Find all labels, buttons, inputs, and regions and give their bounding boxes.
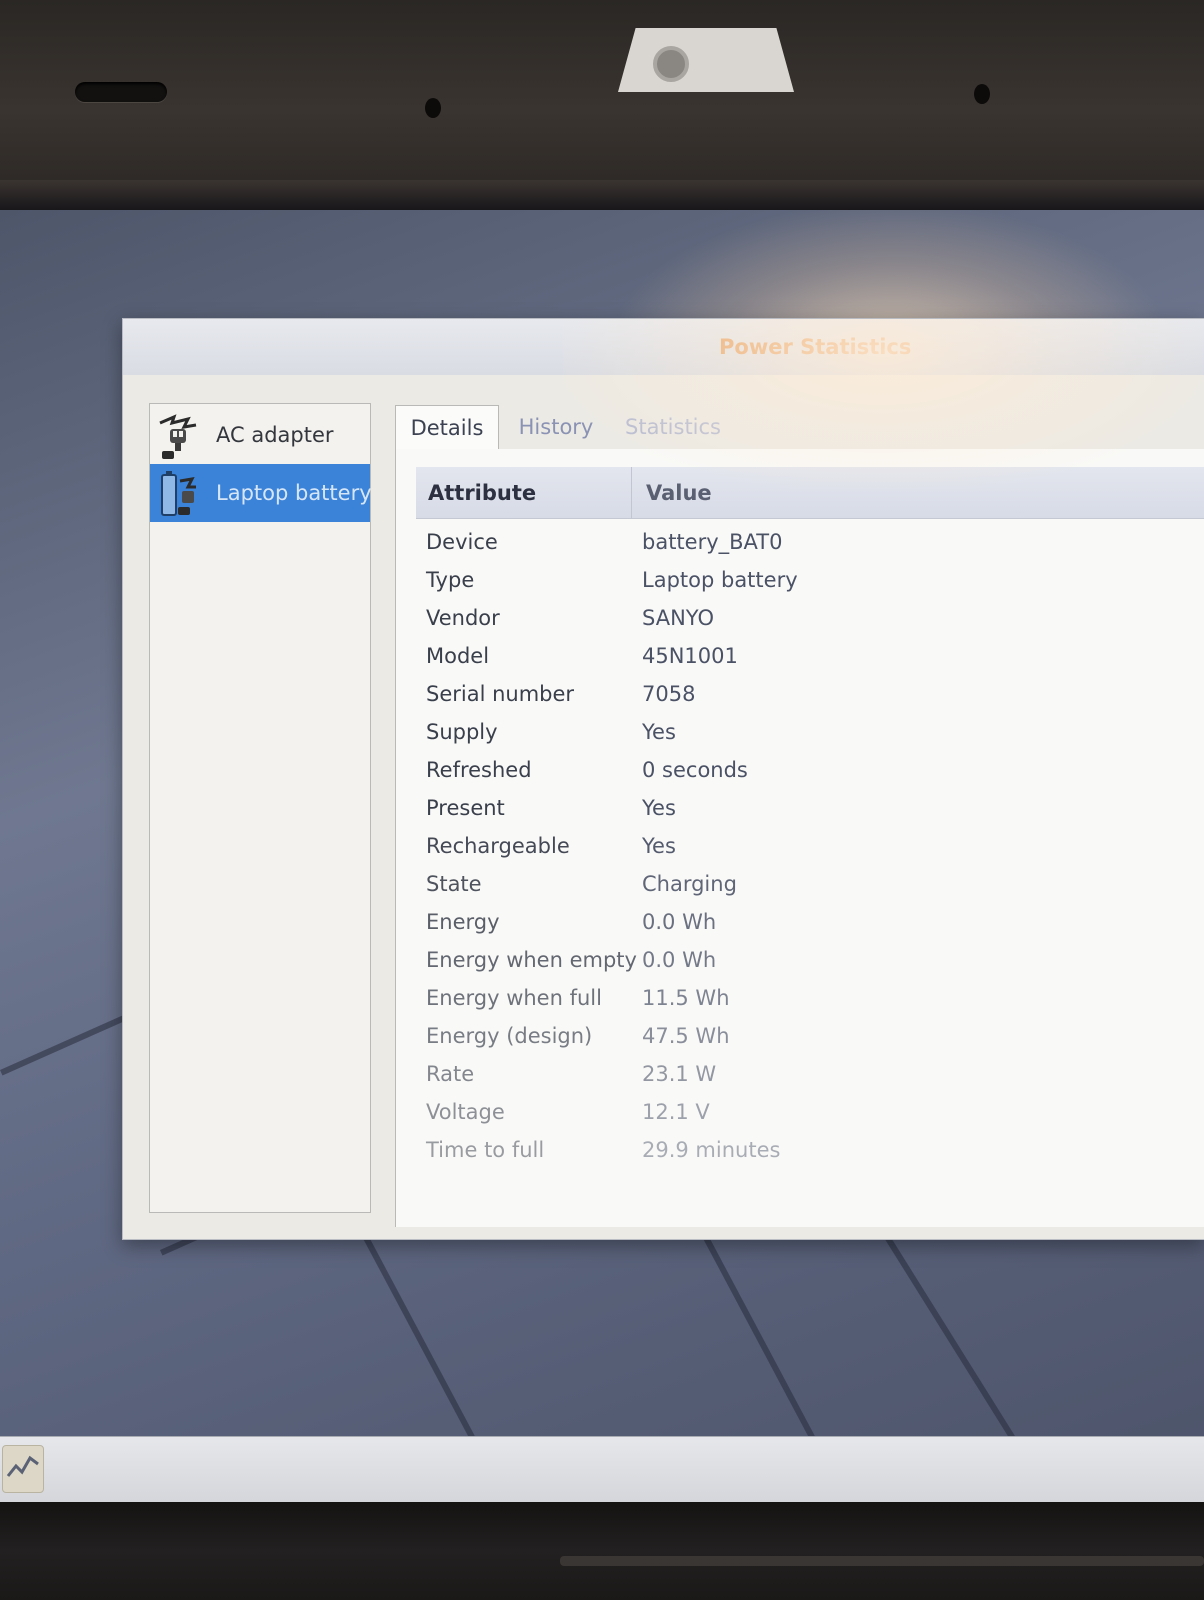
table-row[interactable]: Voltage 12.1 V (416, 1093, 1204, 1131)
table-row[interactable]: Time to full 29.9 minutes (416, 1131, 1204, 1169)
laptop-bezel-bottom (0, 1502, 1204, 1600)
attribute-cell: Vendor (426, 606, 500, 630)
tab-details[interactable]: Details (395, 405, 499, 449)
value-cell: SANYO (642, 606, 715, 630)
tab-statistics[interactable]: Statistics (623, 405, 723, 449)
attribute-cell: Type (426, 568, 475, 592)
attribute-cell: Time to full (426, 1138, 545, 1162)
table-row[interactable]: Refreshed 0 seconds (416, 751, 1204, 789)
value-cell: 0 seconds (642, 758, 748, 782)
attribute-cell: Voltage (426, 1100, 505, 1124)
table-row[interactable]: Type Laptop battery (416, 561, 1204, 599)
attribute-cell: State (426, 872, 482, 896)
table-row[interactable]: Vendor SANYO (416, 599, 1204, 637)
details-panel: Attribute Value Device battery_BAT0 Type La… (395, 449, 1204, 1227)
attribute-cell: Energy (426, 910, 500, 934)
value-cell: battery_BAT0 (642, 530, 783, 554)
value-cell: 0.0 Wh (642, 948, 717, 972)
table-row[interactable]: Rechargeable Yes (416, 827, 1204, 865)
laptop-bezel-hinge (560, 1556, 1204, 1566)
table-row[interactable]: Present Yes (416, 789, 1204, 827)
table-row[interactable]: Model 45N1001 (416, 637, 1204, 675)
power-statistics-window: Power Statistics AC adapter Laptop batte… (122, 318, 1204, 1240)
microphone-hole (425, 98, 441, 118)
webcam-lens-icon (653, 46, 689, 82)
laptop-bezel-edge (0, 180, 1204, 210)
value-cell: Yes (642, 720, 676, 744)
window-titlebar[interactable]: Power Statistics (123, 319, 1204, 375)
attribute-cell: Device (426, 530, 498, 554)
table-row[interactable]: Energy when full 11.5 Wh (416, 979, 1204, 1017)
value-cell: 7058 (642, 682, 696, 706)
value-cell: 45N1001 (642, 644, 738, 668)
attribute-cell: Supply (426, 720, 498, 744)
table-row[interactable]: Energy (design) 47.5 Wh (416, 1017, 1204, 1055)
ac-adapter-icon (154, 409, 202, 461)
column-header-value[interactable]: Value (646, 467, 946, 519)
attribute-cell: Refreshed (426, 758, 532, 782)
attribute-cell: Energy (design) (426, 1024, 593, 1048)
attribute-cell: Energy when empty (426, 948, 637, 972)
webcam-housing (618, 28, 794, 92)
column-header-attribute[interactable]: Attribute (428, 467, 632, 519)
attribute-cell: Model (426, 644, 490, 668)
value-cell: 23.1 W (642, 1062, 717, 1086)
speaker-grille (75, 82, 167, 102)
value-cell: 0.0 Wh (642, 910, 717, 934)
device-item-ac-adapter[interactable]: AC adapter (150, 406, 370, 464)
microphone-hole (974, 84, 990, 104)
value-cell: 11.5 Wh (642, 986, 730, 1010)
attribute-cell: Present (426, 796, 505, 820)
table-header: Attribute Value (416, 467, 1204, 519)
table-row[interactable]: State Charging (416, 865, 1204, 903)
value-cell: Yes (642, 834, 676, 858)
window-title: Power Statistics (719, 335, 912, 359)
details-table-body: Device battery_BAT0 Type Laptop battery Vend… (416, 523, 1204, 1169)
table-row[interactable]: Supply Yes (416, 713, 1204, 751)
battery-icon (154, 467, 202, 519)
value-cell: Charging (642, 872, 737, 896)
attribute-cell: Energy when full (426, 986, 602, 1010)
device-item-laptop-battery[interactable]: Laptop battery (150, 464, 372, 522)
value-cell: Yes (642, 796, 676, 820)
table-row[interactable]: Serial number 7058 (416, 675, 1204, 713)
value-cell: Laptop battery (642, 568, 798, 592)
table-row[interactable]: Device battery_BAT0 (416, 523, 1204, 561)
table-row[interactable]: Energy when empty 0.0 Wh (416, 941, 1204, 979)
laptop-bezel-top (0, 0, 1204, 200)
value-cell: 29.9 minutes (642, 1138, 781, 1162)
power-statistics-icon (6, 1452, 40, 1486)
table-row[interactable]: Rate 23.1 W (416, 1055, 1204, 1093)
attribute-cell: Serial number (426, 682, 575, 706)
value-cell: 12.1 V (642, 1100, 710, 1124)
table-row[interactable]: Energy 0.0 Wh (416, 903, 1204, 941)
value-cell: 47.5 Wh (642, 1024, 730, 1048)
device-list: AC adapter Laptop battery (149, 403, 372, 1213)
attribute-cell: Rechargeable (426, 834, 570, 858)
device-label-laptop-battery: Laptop battery (216, 481, 372, 505)
taskbar (0, 1436, 1204, 1502)
taskbar-app-power-statistics[interactable] (2, 1445, 44, 1493)
attribute-cell: Rate (426, 1062, 475, 1086)
device-label-ac-adapter: AC adapter (216, 423, 334, 447)
desktop: Power Statistics AC adapter Laptop batte… (0, 210, 1204, 1530)
tab-history[interactable]: History (513, 405, 599, 449)
